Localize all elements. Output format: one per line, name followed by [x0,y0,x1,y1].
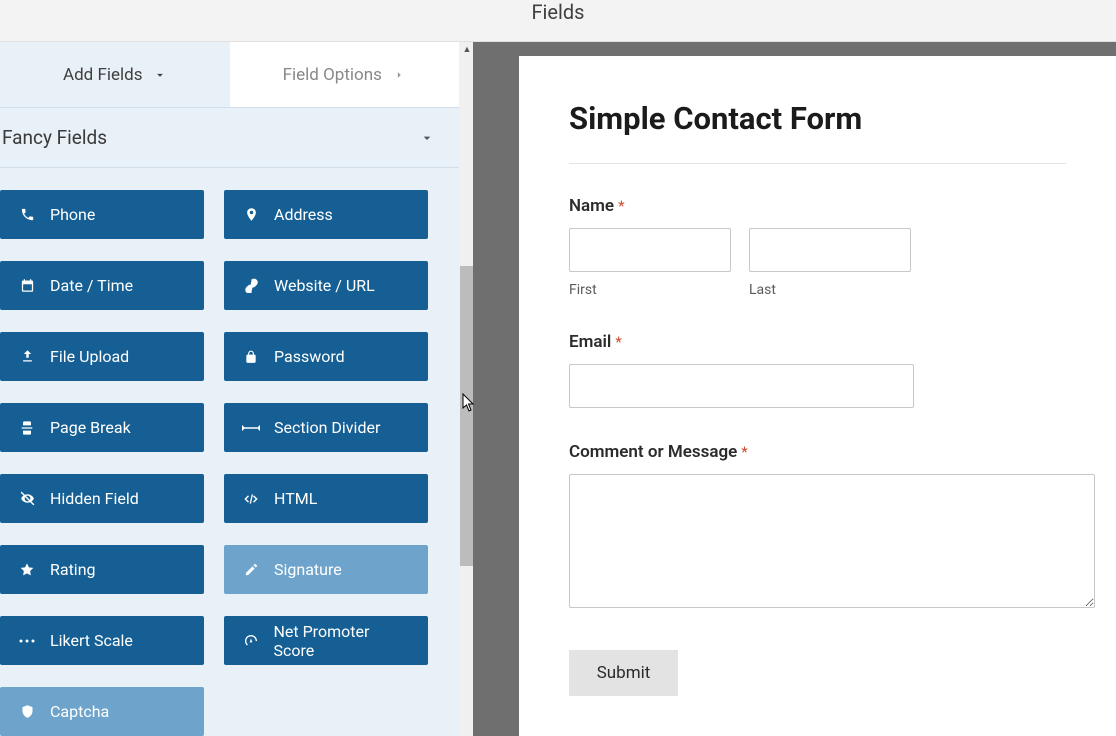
field-likert-scale[interactable]: Likert Scale [0,616,204,665]
field-net-promoter-score[interactable]: Net Promoter Score [224,616,428,665]
field-section-divider[interactable]: Section Divider [224,403,428,452]
section-fancy-fields[interactable]: Fancy Fields [0,107,459,168]
chevron-down-icon [419,130,435,146]
email-input[interactable] [569,364,914,408]
lock-icon [242,350,260,364]
phone-icon [18,207,36,222]
field-hidden-field[interactable]: Hidden Field [0,474,204,523]
submit-button[interactable]: Submit [569,650,678,696]
panel-tabs: Add Fields Field Options [0,42,459,108]
field-label: Date / Time [50,276,133,295]
field-website-url[interactable]: Website / URL [224,261,428,310]
topbar-title: Fields [532,0,585,24]
field-label: Phone [50,205,95,224]
field-html[interactable]: HTML [224,474,428,523]
field-captcha[interactable]: Captcha [0,687,204,736]
field-label: Page Break [50,418,131,437]
gauge-icon [242,633,259,649]
dots-icon [18,636,36,646]
shield-icon [18,704,36,719]
message-label: Comment or Message * [569,442,1066,462]
field-label: Section Divider [274,418,380,437]
preview-panel: Simple Contact Form Name * First Last Em… [473,42,1116,736]
field-page-break[interactable]: Page Break [0,403,204,452]
form-title: Simple Contact Form [569,100,1066,137]
field-label: Address [274,205,333,224]
hidden-icon [18,490,36,507]
topbar: Fields [0,0,1116,42]
link-icon [242,278,260,293]
name-label-text: Name [569,196,614,216]
message-textarea[interactable] [569,474,1095,608]
chevron-right-icon [392,68,406,82]
message-label-text: Comment or Message [569,442,737,462]
tab-field-options-label: Field Options [283,65,382,85]
field-label: Hidden Field [50,489,139,508]
section-title: Fancy Fields [2,126,107,149]
last-name-input[interactable] [749,228,911,272]
divider-icon [242,423,260,433]
email-label-text: Email [569,332,611,352]
first-sublabel: First [569,282,731,298]
field-rating[interactable]: Rating [0,545,204,594]
field-label: HTML [274,489,317,508]
fields-grid: Phone Address Date / Time Website / URL File… [0,168,459,736]
pencil-icon [242,562,260,577]
name-label: Name * [569,196,1066,216]
tab-add-fields-label: Add Fields [63,65,143,85]
field-label: Password [274,347,345,366]
scrollbar-arrow-up-icon[interactable]: ▲ [460,42,474,56]
field-address[interactable]: Address [224,190,428,239]
scrollbar-thumb[interactable] [460,266,474,566]
field-label: Rating [50,560,96,579]
field-file-upload[interactable]: File Upload [0,332,204,381]
field-label: Website / URL [274,276,375,295]
last-sublabel: Last [749,282,911,298]
field-signature[interactable]: Signature [224,545,428,594]
divider [569,163,1066,164]
pin-icon [242,207,260,222]
star-icon [18,562,36,578]
field-label: Likert Scale [50,631,133,650]
pagebreak-icon [18,420,36,436]
field-label: File Upload [50,347,129,366]
field-date-time[interactable]: Date / Time [0,261,204,310]
calendar-icon [18,278,36,293]
required-marker: * [615,333,621,351]
code-icon [242,491,260,507]
chevron-down-icon [153,68,167,82]
field-label: Signature [274,560,342,579]
required-marker: * [741,443,747,461]
field-phone[interactable]: Phone [0,190,204,239]
field-label: Captcha [50,702,109,721]
required-marker: * [618,197,624,215]
first-name-input[interactable] [569,228,731,272]
form-card: Simple Contact Form Name * First Last Em… [519,56,1116,736]
tab-field-options[interactable]: Field Options [230,42,460,107]
tab-add-fields[interactable]: Add Fields [0,42,230,107]
field-password[interactable]: Password [224,332,428,381]
upload-icon [18,349,36,364]
field-label: Net Promoter Score [273,622,410,660]
email-label: Email * [569,332,1066,352]
left-panel: Add Fields Field Options Fancy Fields [0,42,473,736]
